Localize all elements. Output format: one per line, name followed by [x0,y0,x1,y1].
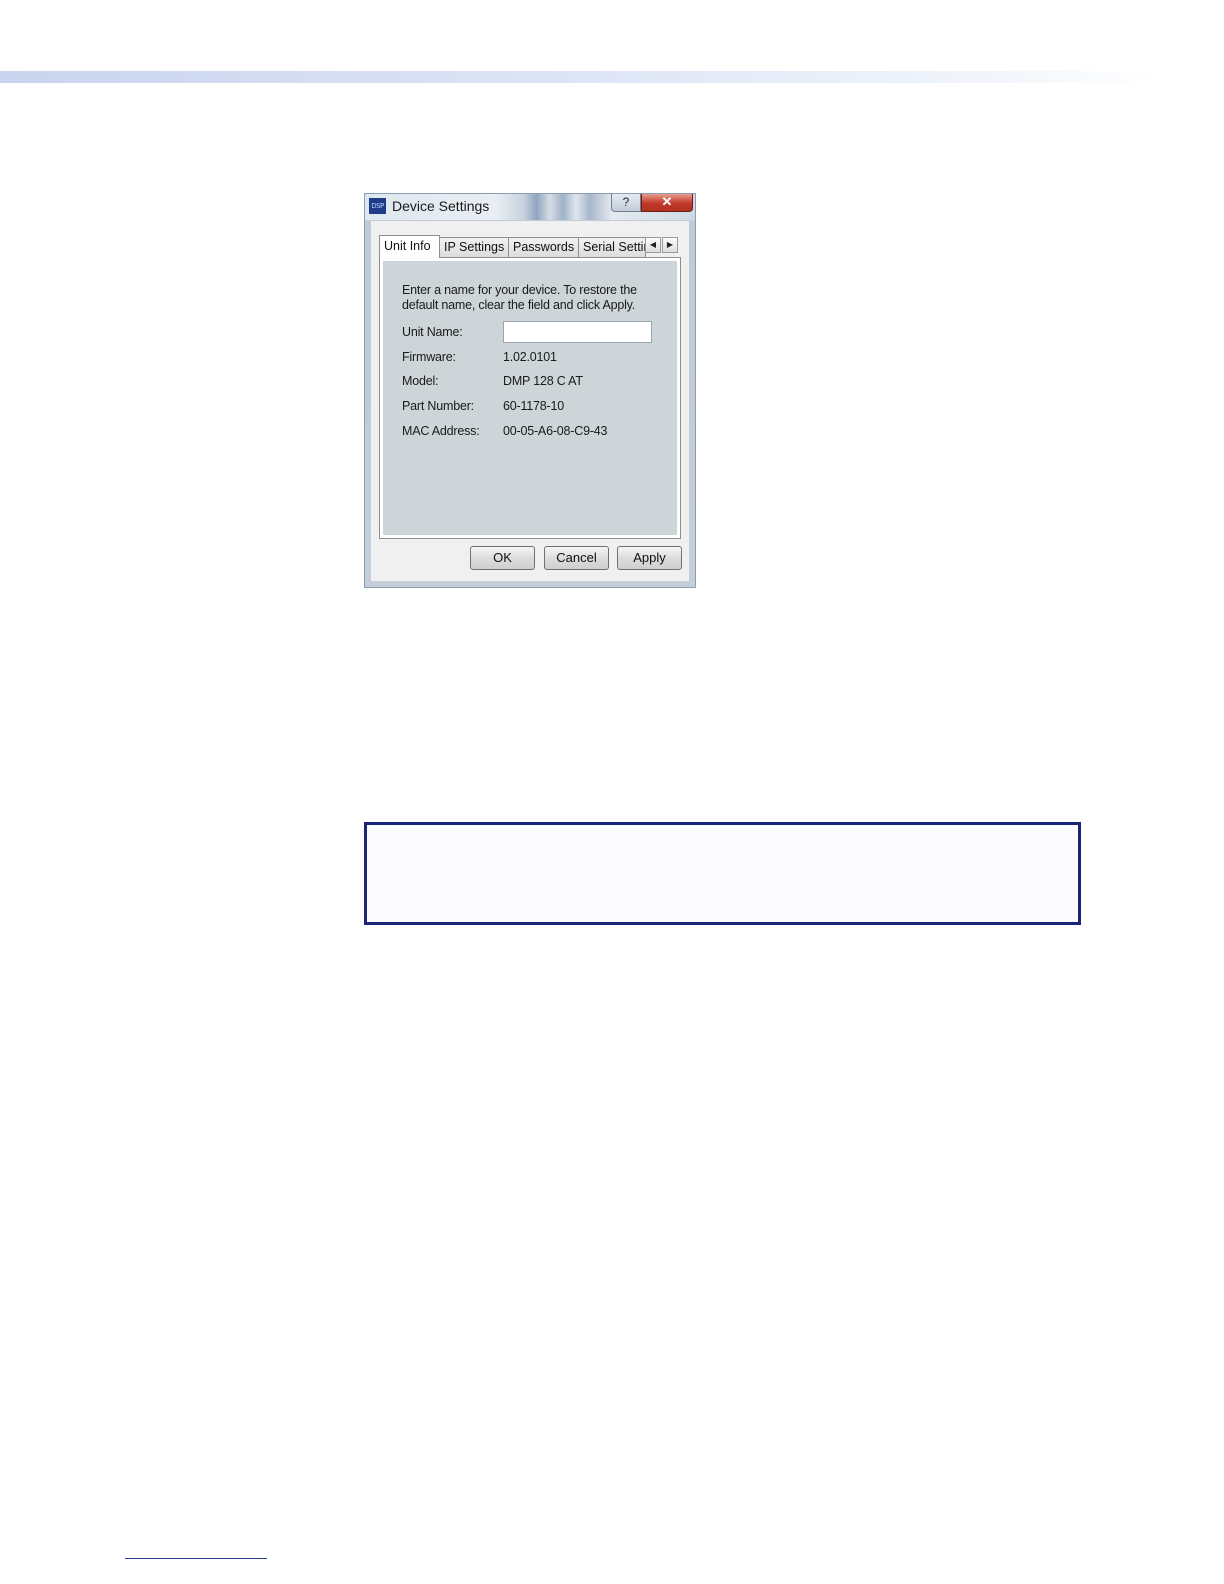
part-number-value: 60-1178-10 [503,399,565,413]
instructions-text: Enter a name for your device. To restore… [402,283,637,312]
tab-scroll-right-icon[interactable]: ▶ [662,237,678,253]
unit-info-panel-body: Enter a name for your device. To restore… [383,261,677,535]
firmware-label: Firmware: [402,350,456,364]
help-button[interactable]: ? [611,194,641,212]
note-box [364,822,1081,925]
dialog-titlebar[interactable]: DSP Device Settings ? ✕ [365,194,695,220]
cancel-button[interactable]: Cancel [544,546,609,570]
apply-button[interactable]: Apply [617,546,682,570]
ok-button[interactable]: OK [470,546,535,570]
firmware-value: 1.02.0101 [503,350,557,364]
dsp-app-icon: DSP [369,198,386,214]
part-number-label: Part Number: [402,399,474,413]
unit-name-label: Unit Name: [402,325,463,339]
tab-unit-info[interactable]: Unit Info [379,235,440,258]
mac-address-value: 00-05-A6-08-C9-43 [503,424,608,438]
header-band [0,71,1160,83]
close-button[interactable]: ✕ [641,194,693,212]
dialog-title: Device Settings [392,198,490,214]
tab-scroll-left-icon[interactable]: ◀ [645,237,661,253]
unit-info-panel: Enter a name for your device. To restore… [379,257,681,539]
footer-rule [125,1558,267,1559]
dialog-client-area: Unit Info IP Settings Passwords Serial S… [371,221,689,581]
tab-ip-settings[interactable]: IP Settings [439,237,509,257]
model-label: Model: [402,374,439,388]
device-settings-dialog: DSP Device Settings ? ✕ Unit Info IP Set… [364,193,696,588]
tab-passwords[interactable]: Passwords [508,237,579,257]
model-value: DMP 128 C AT [503,374,583,388]
unit-name-input[interactable] [503,321,652,343]
tab-serial-settings[interactable]: Serial Settings [578,237,646,257]
mac-address-label: MAC Address: [402,424,480,438]
